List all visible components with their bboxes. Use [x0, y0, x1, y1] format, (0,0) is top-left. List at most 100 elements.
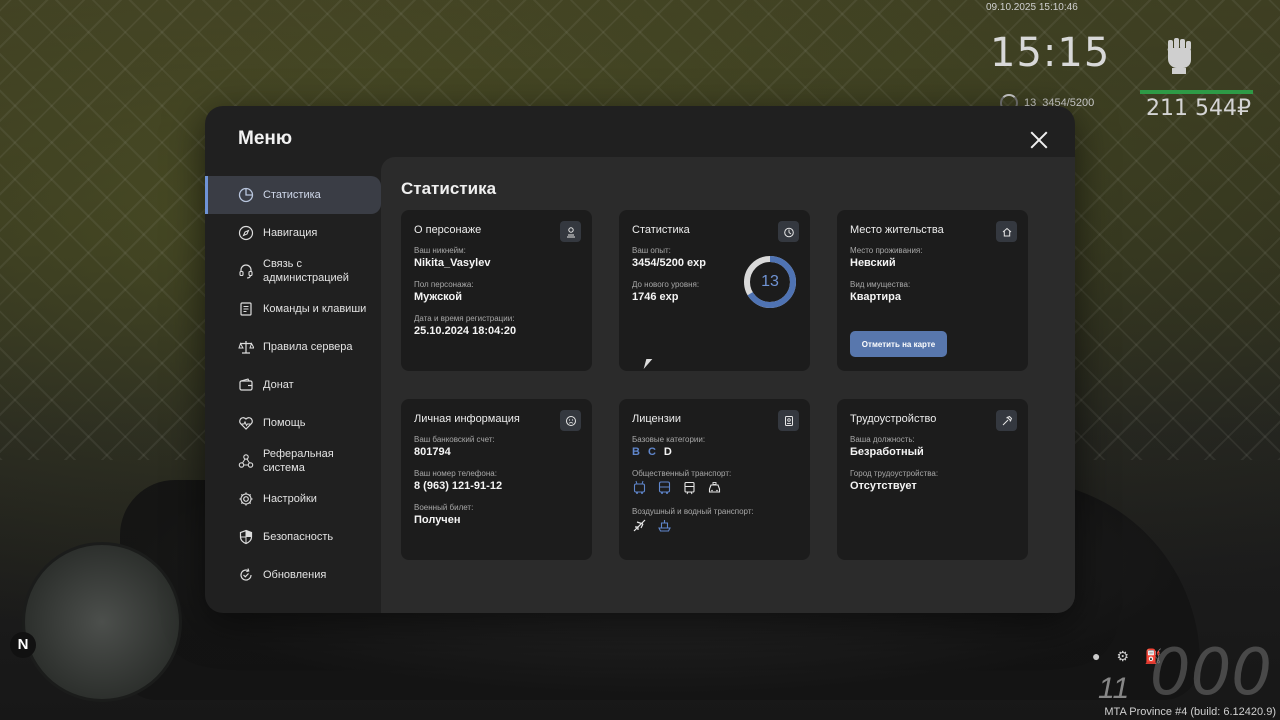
sidebar-item-donate[interactable]: Донат	[205, 366, 381, 404]
home-icon	[996, 221, 1017, 242]
card-statistics: Статистика Ваш опыт: 3454/5200 exp До но…	[619, 210, 810, 371]
pie-chart-icon	[238, 187, 254, 203]
exp-label: Ваш опыт:	[632, 246, 671, 255]
hud-datetime: 09.10.2025 15:10:46	[986, 2, 1078, 13]
card-title: Лицензии	[632, 413, 682, 425]
sidebar-item-label: Команды и клавиши	[263, 303, 367, 315]
license-categories: B C D	[632, 446, 797, 458]
employment-city-label: Город трудоустройства:	[850, 469, 939, 478]
property-type-value: Квартира	[850, 291, 902, 303]
card-character: О персонаже Ваш никнейм: Nikita_Vasylev …	[401, 210, 592, 371]
sidebar-item-label: Навигация	[263, 227, 318, 239]
sidebar-item-label: Реферальная система	[263, 448, 334, 474]
sidebar-item-updates[interactable]: Обновления	[205, 556, 381, 594]
public-transport-label: Общественный транспорт:	[632, 469, 732, 478]
north-indicator: N	[10, 632, 36, 658]
sidebar-item-help[interactable]: Помощь	[205, 404, 381, 442]
update-icon	[238, 567, 254, 583]
public-transport-icons	[632, 480, 797, 495]
gear-indicator: 11	[1098, 672, 1130, 705]
card-title: Статистика	[632, 224, 690, 236]
phone-value: 8 (963) 121-91-12	[414, 480, 503, 492]
bank-value: 801794	[414, 446, 451, 458]
sidebar-item-admin-contact[interactable]: Связь с администрацией	[205, 252, 381, 290]
level-number: 13	[761, 273, 779, 290]
sidebar-item-label: Помощь	[263, 417, 306, 429]
position-label: Ваша должность:	[850, 435, 915, 444]
nickname-value: Nikita_Vasylev	[414, 257, 491, 269]
sidebar-item-label: Безопасность	[263, 531, 334, 543]
military-label: Военный билет:	[414, 503, 474, 512]
sidebar-item-navigation[interactable]: Навигация	[205, 214, 381, 252]
base-categories-label: Базовые категории:	[632, 435, 706, 444]
trolleybus-icon	[633, 480, 646, 494]
heart-icon	[238, 415, 254, 431]
sidebar-item-label: Правила сервера	[263, 341, 353, 353]
sidebar-item-settings[interactable]: Настройки	[205, 480, 381, 518]
minimap	[22, 542, 182, 702]
card-title: Место жительства	[850, 224, 944, 236]
card-title: Трудоустройство	[850, 413, 937, 425]
compass-icon	[238, 225, 254, 241]
sidebar-item-commands[interactable]: Команды и клавиши	[205, 290, 381, 328]
sidebar-item-referral[interactable]: Реферальная система	[205, 442, 381, 480]
hud-clock: 15:15	[990, 30, 1111, 76]
registration-value: 25.10.2024 18:04:20	[414, 325, 517, 337]
user-badge-icon	[560, 221, 581, 242]
scales-icon	[238, 339, 254, 355]
build-info: MTA Province #4 (build: 6.12420.9)	[1104, 706, 1276, 718]
sidebar-item-label: Настройки	[263, 493, 317, 505]
gender-label: Пол персонажа:	[414, 280, 474, 289]
wallet-icon	[238, 377, 254, 393]
air-water-transport-icons	[632, 518, 797, 533]
card-licenses: Лицензии Базовые категории: B C D Общест…	[619, 399, 810, 560]
shield-icon	[238, 529, 254, 545]
gender-value: Мужской	[414, 291, 463, 303]
content-panel: Статистика О персонаже Ваш никнейм: Niki…	[381, 157, 1075, 613]
position-value: Безработный	[850, 446, 924, 458]
sidebar-item-security[interactable]: Безопасность	[205, 518, 381, 556]
tram-icon	[684, 481, 695, 495]
hud-money: 211 544₽	[1146, 96, 1251, 121]
airplane-icon	[633, 519, 646, 532]
id-card-icon	[778, 410, 799, 431]
stopwatch-icon	[778, 221, 799, 242]
level-progress-ring: 13	[743, 255, 797, 309]
headset-icon	[238, 263, 254, 279]
phone-label: Ваш номер телефона:	[414, 469, 497, 478]
boat-icon	[658, 520, 671, 532]
sidebar-item-label: Связь с администрацией	[263, 258, 349, 284]
page-title: Статистика	[401, 179, 497, 198]
sidebar-item-label: Статистика	[263, 189, 321, 201]
property-type-label: Вид имущества:	[850, 280, 911, 289]
mark-on-map-button[interactable]: Отметить на карте	[850, 331, 947, 357]
license-category-d: D	[663, 446, 672, 458]
speedometer: 000	[1149, 636, 1272, 710]
nickname-label: Ваш никнейм:	[414, 246, 466, 255]
sidebar-item-statistics[interactable]: Статистика	[205, 176, 381, 214]
military-value: Получен	[414, 514, 461, 526]
air-water-transport-label: Воздушный и водный транспорт:	[632, 507, 754, 516]
residence-value: Невский	[850, 257, 896, 269]
menu-title: Меню	[238, 128, 293, 149]
sidebar-item-label: Донат	[263, 379, 294, 391]
bus-icon	[658, 481, 671, 494]
card-personal-info: Личная информация Ваш банковский счет: 8…	[401, 399, 592, 560]
health-bar	[1140, 90, 1253, 94]
card-employment: Трудоустройство Ваша должность: Безработ…	[837, 399, 1028, 560]
license-category-b: B	[632, 446, 640, 458]
fist-icon	[1162, 34, 1196, 74]
close-button[interactable]	[1027, 128, 1051, 152]
menu-window: Меню Статистика Навигация Связь с админи…	[205, 106, 1075, 613]
bank-label: Ваш банковский счет:	[414, 435, 495, 444]
residence-label: Место проживания:	[850, 246, 923, 255]
face-icon	[560, 410, 581, 431]
taxi-icon	[708, 482, 721, 493]
network-icon	[238, 453, 254, 469]
card-residence: Место жительства Место проживания: Невск…	[837, 210, 1028, 371]
card-title: Личная информация	[414, 413, 520, 425]
license-category-c: C	[647, 446, 656, 458]
tools-icon	[996, 410, 1017, 431]
document-icon	[238, 301, 254, 317]
sidebar-item-rules[interactable]: Правила сервера	[205, 328, 381, 366]
